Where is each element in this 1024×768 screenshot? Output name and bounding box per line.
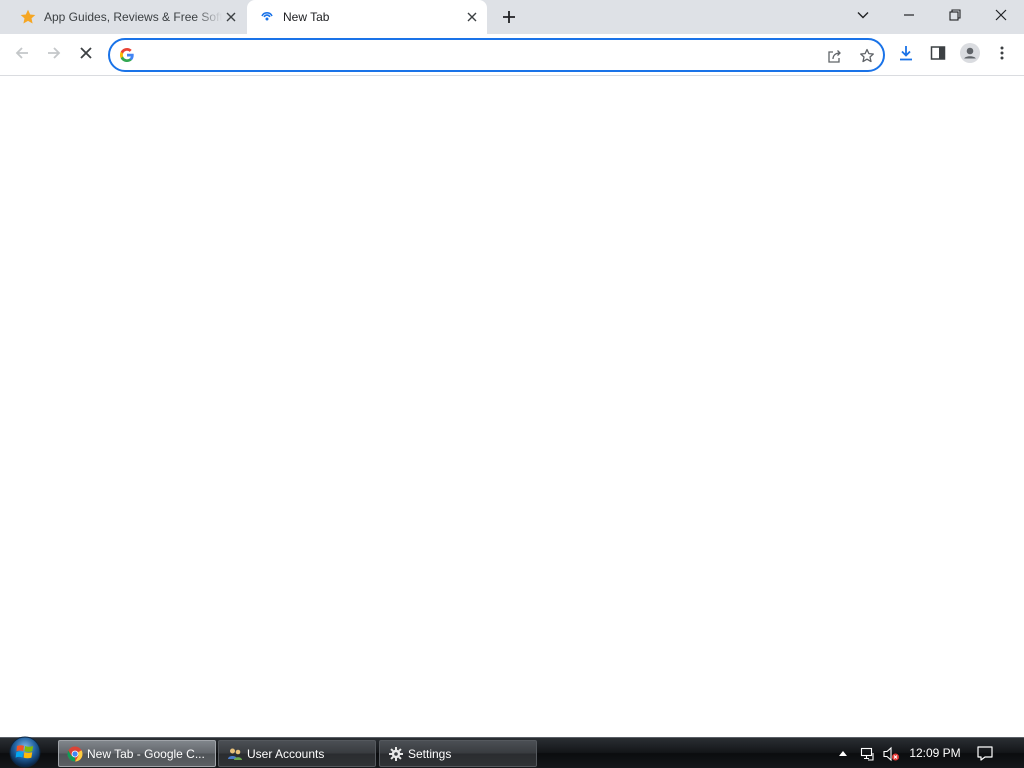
downloads-button[interactable] (892, 39, 920, 67)
tab-title: New Tab (283, 10, 330, 24)
side-panel-button[interactable] (924, 39, 952, 67)
gear-icon (388, 746, 404, 762)
arrow-left-icon (15, 47, 28, 59)
windows-logo-icon (9, 736, 41, 768)
plus-icon (503, 11, 515, 23)
loading-spinner-icon (259, 9, 275, 25)
action-center-button[interactable] (972, 738, 998, 768)
network-icon (860, 747, 874, 761)
close-icon[interactable] (222, 8, 240, 26)
share-icon[interactable] (822, 43, 848, 69)
close-window-button[interactable] (978, 0, 1024, 30)
minimize-button[interactable] (886, 0, 932, 30)
star-icon (20, 9, 36, 25)
chrome-icon (67, 746, 83, 762)
taskbar-item-label: User Accounts (247, 746, 325, 761)
back-button[interactable] (8, 39, 36, 67)
caret-up-icon (839, 751, 847, 756)
taskbar-item-user-accounts[interactable]: User Accounts (218, 740, 376, 767)
arrow-right-icon (48, 47, 61, 59)
download-icon (900, 46, 912, 61)
tab-title: App Guides, Reviews & Free Software (44, 10, 222, 24)
omnibox[interactable] (108, 38, 885, 72)
volume-muted-icon (883, 746, 899, 761)
show-hidden-icons-button[interactable] (836, 738, 850, 768)
minimize-icon (904, 14, 914, 16)
menu-button[interactable] (988, 39, 1016, 67)
tab-strip: App Guides, Reviews & Free Software New … (0, 0, 1024, 34)
taskbar-item-chrome[interactable]: New Tab - Google C... (58, 740, 216, 767)
notification-icon (977, 746, 993, 761)
tab-search-button[interactable] (840, 0, 886, 30)
chevron-down-icon (857, 12, 869, 19)
toolbar (0, 34, 1024, 76)
profile-button[interactable] (956, 39, 984, 67)
network-tray-icon[interactable] (858, 738, 878, 768)
tab-app-guides[interactable]: App Guides, Reviews & Free Software (8, 0, 246, 34)
address-input[interactable] (144, 45, 804, 65)
side-panel-icon (930, 46, 946, 60)
close-icon (80, 47, 92, 59)
user-accounts-icon (227, 746, 243, 762)
more-vert-icon (1000, 46, 1004, 60)
bookmark-star-icon[interactable] (854, 43, 880, 69)
start-button[interactable] (6, 735, 44, 768)
taskbar-item-label: New Tab - Google C... (87, 746, 205, 761)
tab-new-tab[interactable]: New Tab (247, 0, 487, 34)
restore-icon (949, 9, 961, 21)
close-icon (995, 9, 1007, 21)
taskbar-item-label: Settings (408, 746, 452, 761)
page-content (0, 77, 1024, 737)
forward-button[interactable] (40, 39, 68, 67)
volume-tray-icon[interactable] (881, 738, 901, 768)
restore-button[interactable] (932, 0, 978, 30)
google-icon (119, 47, 135, 63)
stop-button[interactable] (72, 39, 100, 67)
new-tab-button[interactable] (497, 5, 521, 29)
avatar-icon (960, 43, 980, 63)
taskbar-item-settings[interactable]: Settings (379, 740, 537, 767)
close-icon[interactable] (463, 8, 481, 26)
taskbar-clock[interactable]: 12:09 PM (904, 746, 966, 760)
taskbar: New Tab - Google C... User Accounts Sett… (0, 735, 1024, 768)
